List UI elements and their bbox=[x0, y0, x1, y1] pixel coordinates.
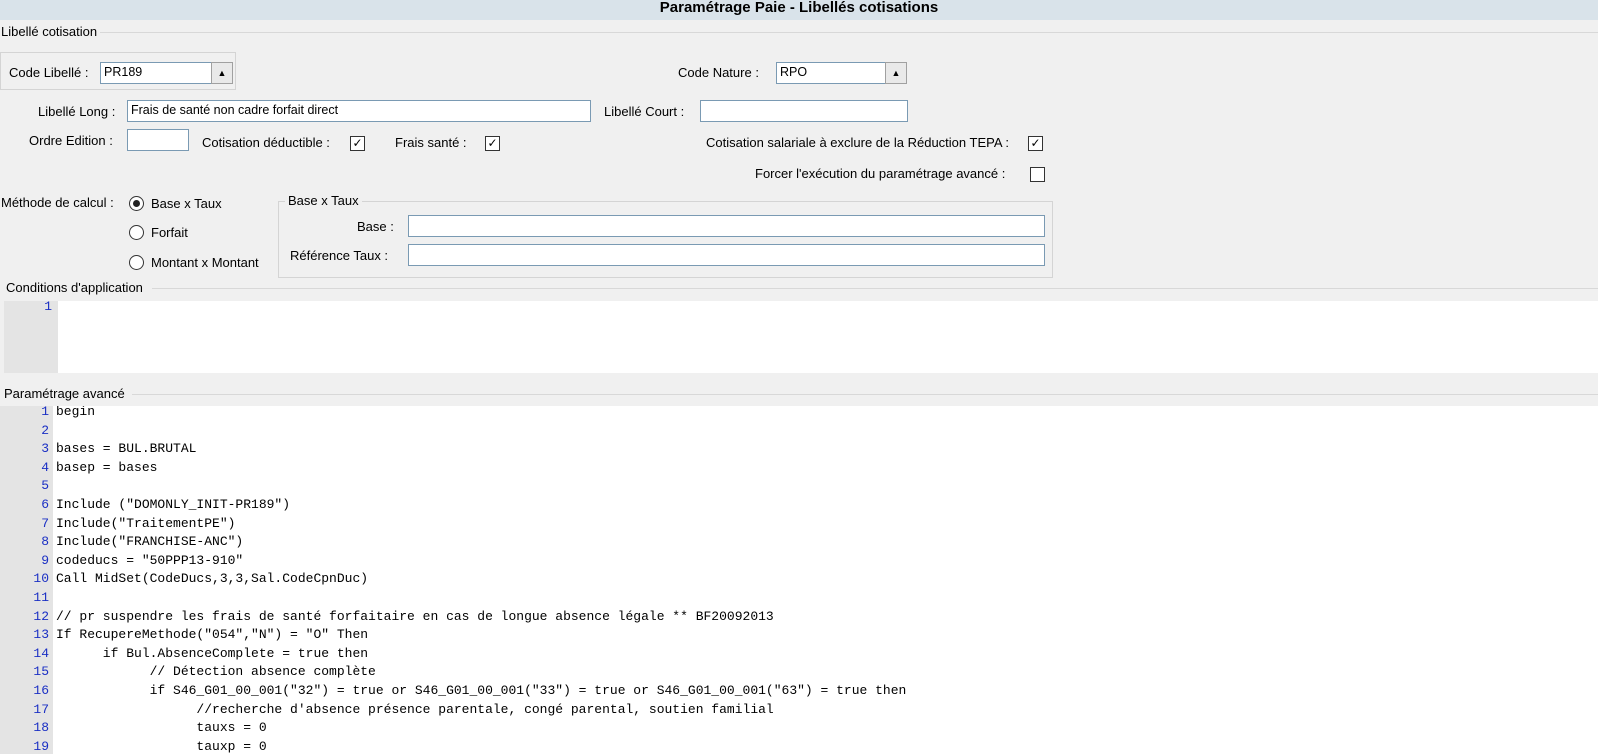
radio-base-taux-label[interactable]: Base x Taux bbox=[151, 196, 222, 211]
line-number: 11 bbox=[33, 590, 49, 605]
code-nature-label: Code Nature : bbox=[678, 65, 759, 80]
code-line: // Détection absence complète bbox=[56, 664, 376, 680]
conditions-separator bbox=[152, 288, 1598, 289]
parametrage-avance-title: Paramétrage avancé bbox=[4, 386, 125, 401]
code-line: tauxs = 0 bbox=[56, 720, 267, 736]
code-line: tauxp = 0 bbox=[56, 738, 267, 754]
code-line: if Bul.AbsenceComplete = true then bbox=[56, 645, 369, 661]
code-line: //recherche d'absence présence parentale… bbox=[56, 701, 774, 717]
line-number: 2 bbox=[41, 422, 49, 438]
code-line: if S46_G01_00_001("32") = true or S46_G0… bbox=[56, 683, 907, 698]
triangle-up-icon: ▲ bbox=[891, 68, 901, 78]
code-line: Call MidSet(CodeDucs,3,3,Sal.CodeCpnDuc) bbox=[56, 571, 369, 587]
line-number: 1 bbox=[44, 301, 52, 314]
radio-montant-montant[interactable] bbox=[129, 255, 144, 270]
code-line: Include("TraitementPE") bbox=[56, 515, 236, 531]
code-libelle-label: Code Libellé : bbox=[9, 65, 89, 80]
line-number: 9 bbox=[41, 552, 49, 568]
line-number: 1 bbox=[41, 406, 49, 419]
checkmark-icon: ✓ bbox=[487, 136, 498, 150]
ordre-edition-label: Ordre Edition : bbox=[29, 133, 113, 148]
cotisation-deductible-label: Cotisation déductible : bbox=[202, 135, 330, 150]
line-number: 10 bbox=[33, 571, 49, 587]
section-libelle-title: Libellé cotisation bbox=[1, 24, 98, 39]
libelle-court-input[interactable] bbox=[700, 100, 908, 122]
code-line: Include("FRANCHISE-ANC") bbox=[56, 534, 244, 550]
code-libelle-lookup-button[interactable]: ▲ bbox=[211, 62, 233, 84]
line-number: 4 bbox=[41, 459, 49, 475]
code-nature-input[interactable]: RPO bbox=[776, 62, 886, 84]
reference-taux-input[interactable] bbox=[408, 244, 1045, 266]
line-number: 15 bbox=[33, 664, 49, 680]
line-number: 7 bbox=[41, 515, 49, 531]
line-number: 16 bbox=[33, 683, 49, 698]
checkmark-icon: ✓ bbox=[1030, 136, 1041, 150]
line-number: 3 bbox=[41, 441, 49, 457]
libelle-court-label: Libellé Court : bbox=[604, 104, 685, 119]
base-input[interactable] bbox=[408, 215, 1045, 237]
forcer-label: Forcer l'exécution du paramétrage avancé… bbox=[755, 166, 1006, 181]
line-number: 13 bbox=[33, 627, 49, 643]
forcer-checkbox[interactable] bbox=[1030, 167, 1045, 182]
code-line: If RecupereMethode("054","N") = "O" Then bbox=[56, 627, 369, 643]
checkmark-icon: ✓ bbox=[352, 136, 363, 150]
line-number: 19 bbox=[33, 738, 49, 754]
code-line: bases = BUL.BRUTAL bbox=[56, 441, 197, 457]
ordre-edition-input[interactable] bbox=[127, 129, 189, 151]
libelle-long-label: Libellé Long : bbox=[38, 104, 116, 119]
code-line: Include ("DOMONLY_INIT-PR189") bbox=[56, 497, 291, 512]
parametrage-avance-editor[interactable]: 1 begin 2 3 bases = BUL.BRUTAL 4 basep = bases… bbox=[0, 406, 1598, 754]
base-label: Base : bbox=[357, 219, 394, 234]
base-taux-group bbox=[278, 201, 1053, 278]
tepa-label: Cotisation salariale à exclure de la Réd… bbox=[706, 135, 1010, 150]
conditions-title: Conditions d'application bbox=[6, 280, 143, 295]
code-line: begin bbox=[56, 406, 96, 419]
window-title: Paramétrage Paie - Libellés cotisations bbox=[0, 0, 1598, 20]
radio-base-taux[interactable] bbox=[129, 196, 144, 211]
triangle-up-icon: ▲ bbox=[217, 68, 227, 78]
methode-label: Méthode de calcul : bbox=[1, 195, 114, 210]
conditions-editor[interactable]: 1 bbox=[4, 301, 1598, 373]
libelle-long-input[interactable]: Frais de santé non cadre forfait direct bbox=[127, 100, 591, 122]
line-number: 18 bbox=[33, 720, 49, 736]
tepa-checkbox[interactable]: ✓ bbox=[1028, 136, 1043, 151]
radio-montant-montant-label[interactable]: Montant x Montant bbox=[151, 255, 259, 270]
code-line: // pr suspendre les frais de santé forfa… bbox=[56, 608, 774, 624]
reference-taux-label: Référence Taux : bbox=[290, 248, 389, 263]
cotisation-deductible-checkbox[interactable]: ✓ bbox=[350, 136, 365, 151]
line-number: 6 bbox=[41, 497, 49, 512]
frais-sante-checkbox[interactable]: ✓ bbox=[485, 136, 500, 151]
code-nature-lookup-button[interactable]: ▲ bbox=[885, 62, 907, 84]
parametrage-avance-separator bbox=[132, 394, 1598, 395]
radio-forfait-label[interactable]: Forfait bbox=[151, 225, 188, 240]
frais-sante-label: Frais santé : bbox=[395, 135, 467, 150]
line-number: 5 bbox=[41, 478, 49, 494]
line-number: 17 bbox=[33, 701, 49, 717]
base-taux-group-title: Base x Taux bbox=[285, 193, 362, 208]
line-number: 8 bbox=[41, 534, 49, 550]
radio-forfait[interactable] bbox=[129, 225, 144, 240]
line-number: 12 bbox=[33, 608, 49, 624]
code-line: codeducs = "50PPP13-910" bbox=[56, 552, 244, 568]
code-line: basep = bases bbox=[56, 459, 158, 475]
line-number: 14 bbox=[33, 645, 49, 661]
code-libelle-input[interactable]: PR189 bbox=[100, 62, 212, 84]
section-libelle-separator bbox=[100, 32, 1598, 33]
